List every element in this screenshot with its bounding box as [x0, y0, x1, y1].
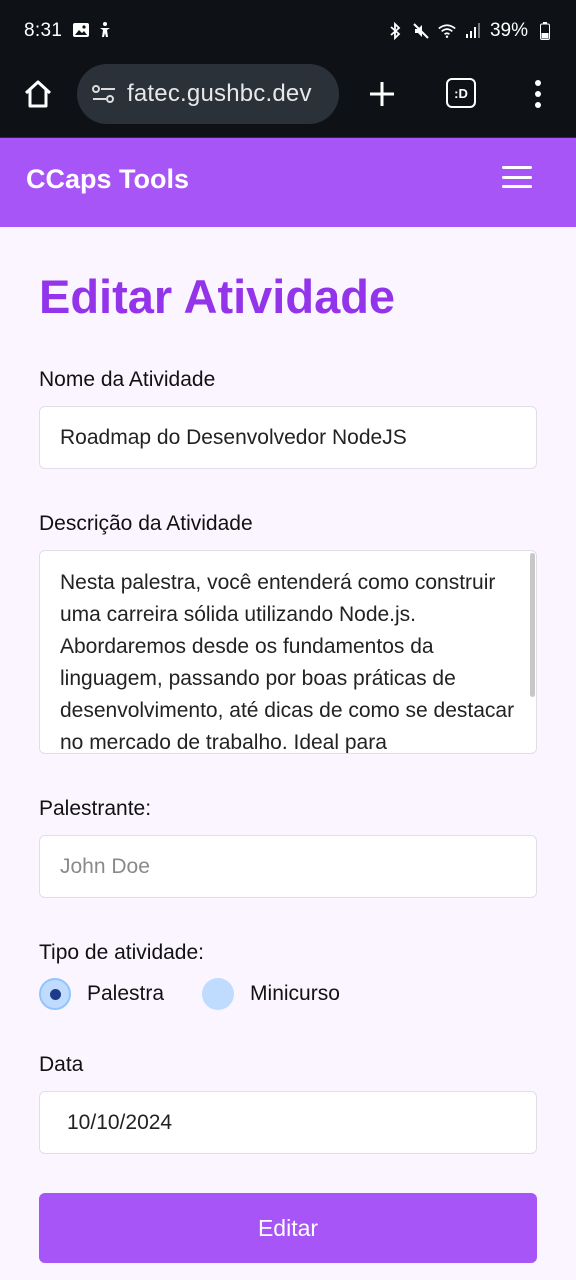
- textarea-scrollbar[interactable]: [530, 553, 535, 697]
- status-bar: 8:31 39%: [0, 0, 576, 64]
- address-bar[interactable]: fatec.gushbc.dev: [77, 64, 339, 124]
- radio-palestra-label[interactable]: Palestra: [87, 982, 164, 1006]
- speaker-label: Palestrante:: [39, 797, 152, 820]
- new-tab-button[interactable]: [362, 74, 402, 114]
- edit-submit-button[interactable]: Editar: [39, 1193, 537, 1263]
- hamburger-menu-icon[interactable]: [502, 166, 532, 188]
- tab-switcher-button[interactable]: :D: [446, 78, 476, 108]
- date-label: Data: [39, 1053, 84, 1076]
- status-left-icons: [72, 21, 114, 39]
- site-settings-icon[interactable]: [89, 79, 119, 109]
- tab-count: :D: [454, 85, 468, 101]
- accessibility-icon: [96, 21, 114, 39]
- type-radio-group: Palestra Minicurso: [39, 978, 340, 1010]
- bluetooth-icon: [386, 22, 404, 40]
- date-value: 10/10/2024: [67, 1110, 173, 1134]
- radio-minicurso-button[interactable]: [202, 978, 235, 1010]
- status-right-icons: 39%: [386, 20, 554, 42]
- name-input[interactable]: Roadmap do Desenvolvedor NodeJS: [39, 406, 537, 469]
- battery-percent: 39%: [489, 20, 528, 41]
- more-vertical-icon: [535, 80, 541, 86]
- radio-palestra-button[interactable]: [39, 978, 71, 1010]
- name-label: Nome da Atividade: [39, 368, 216, 391]
- app-header: CCaps Tools: [0, 138, 576, 227]
- description-textarea[interactable]: Nesta palestra, você entenderá como cons…: [39, 550, 537, 754]
- date-input[interactable]: 10/10/2024: [39, 1091, 537, 1154]
- name-input-value: Roadmap do Desenvolvedor NodeJS: [60, 425, 407, 449]
- brand-logo[interactable]: CCaps Tools: [26, 164, 189, 195]
- browser-menu-button[interactable]: [524, 76, 552, 112]
- plus-icon: [370, 82, 394, 106]
- description-value: Nesta palestra, você entenderá como cons…: [60, 571, 515, 754]
- radio-minicurso-label[interactable]: Minicurso: [250, 982, 340, 1006]
- battery-icon: [536, 22, 554, 40]
- description-label: Descrição da Atividade: [39, 512, 253, 535]
- speaker-input[interactable]: John Doe: [39, 835, 537, 898]
- url-text: fatec.gushbc.dev: [127, 80, 312, 107]
- wifi-icon: [438, 22, 456, 40]
- signal-icon: [464, 22, 482, 40]
- radio-minicurso[interactable]: Minicurso: [202, 978, 340, 1010]
- home-button[interactable]: [20, 76, 56, 112]
- radio-palestra[interactable]: Palestra: [39, 978, 164, 1010]
- home-icon: [24, 80, 52, 108]
- page-title: Editar Atividade: [39, 270, 396, 323]
- speaker-placeholder: John Doe: [60, 854, 150, 878]
- image-icon: [72, 21, 90, 39]
- type-label: Tipo de atividade:: [39, 941, 204, 964]
- status-time: 8:31: [24, 20, 63, 41]
- mute-icon: [412, 22, 430, 40]
- browser-toolbar: fatec.gushbc.dev :D: [0, 64, 576, 138]
